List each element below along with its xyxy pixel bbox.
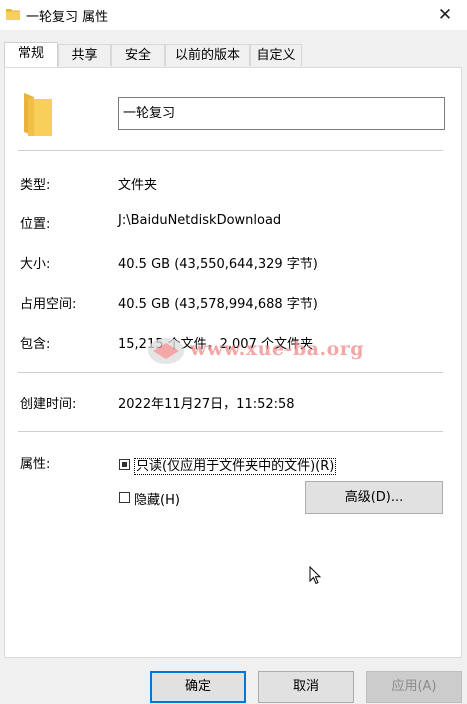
attributes-label: 属性: bbox=[20, 457, 51, 472]
size-label: 大小: bbox=[20, 257, 51, 272]
size-value: 40.5 GB (43,550,644,329 字节) bbox=[118, 257, 318, 272]
contains-value: 15,215 个文件，2,007 个文件夹 bbox=[118, 337, 313, 352]
tab-security[interactable]: 安全 bbox=[111, 44, 165, 66]
hidden-label[interactable]: 隐藏(H) bbox=[134, 489, 180, 508]
folder-name-input[interactable]: 一轮复习 bbox=[118, 97, 445, 130]
ok-button[interactable]: 确定 bbox=[150, 671, 246, 703]
folder-icon bbox=[24, 93, 52, 136]
type-label: 类型: bbox=[20, 178, 51, 193]
title-bar: 一轮复习 属性 ✕ bbox=[0, 0, 467, 30]
close-button[interactable]: ✕ bbox=[433, 3, 457, 27]
readonly-label-text: 只读(仅应用于文件夹中的文件)(R) bbox=[134, 458, 337, 475]
location-value: J:\BaiduNetdiskDownload bbox=[118, 213, 282, 228]
mouse-cursor-icon bbox=[309, 566, 321, 585]
cancel-button[interactable]: 取消 bbox=[258, 671, 354, 703]
general-tab-panel bbox=[4, 67, 462, 658]
type-value: 文件夹 bbox=[118, 178, 158, 193]
tab-previous-versions[interactable]: 以前的版本 bbox=[165, 44, 250, 66]
divider bbox=[18, 431, 443, 432]
disk-size-label: 占用空间: bbox=[20, 297, 77, 312]
tab-general[interactable]: 常规 bbox=[4, 42, 58, 67]
created-value: 2022年11月27日，11:52:58 bbox=[118, 397, 295, 412]
divider bbox=[18, 372, 443, 373]
tab-sharing[interactable]: 共享 bbox=[58, 44, 111, 66]
folder-icon bbox=[6, 9, 20, 20]
readonly-label[interactable]: 只读(仅应用于文件夹中的文件)(R) bbox=[134, 455, 337, 475]
tab-customize[interactable]: 自定义 bbox=[250, 44, 302, 66]
divider bbox=[18, 150, 443, 151]
contains-label: 包含: bbox=[20, 337, 51, 352]
apply-button[interactable]: 应用(A) bbox=[366, 671, 462, 703]
hidden-checkbox[interactable] bbox=[119, 492, 130, 503]
window-title: 一轮复习 属性 bbox=[26, 10, 109, 25]
close-icon: ✕ bbox=[437, 5, 453, 25]
disk-size-value: 40.5 GB (43,578,994,688 字节) bbox=[118, 297, 318, 312]
location-label: 位置: bbox=[20, 217, 51, 232]
advanced-button[interactable]: 高级(D)... bbox=[305, 481, 443, 514]
created-label: 创建时间: bbox=[20, 397, 77, 412]
readonly-checkbox[interactable] bbox=[119, 459, 130, 470]
